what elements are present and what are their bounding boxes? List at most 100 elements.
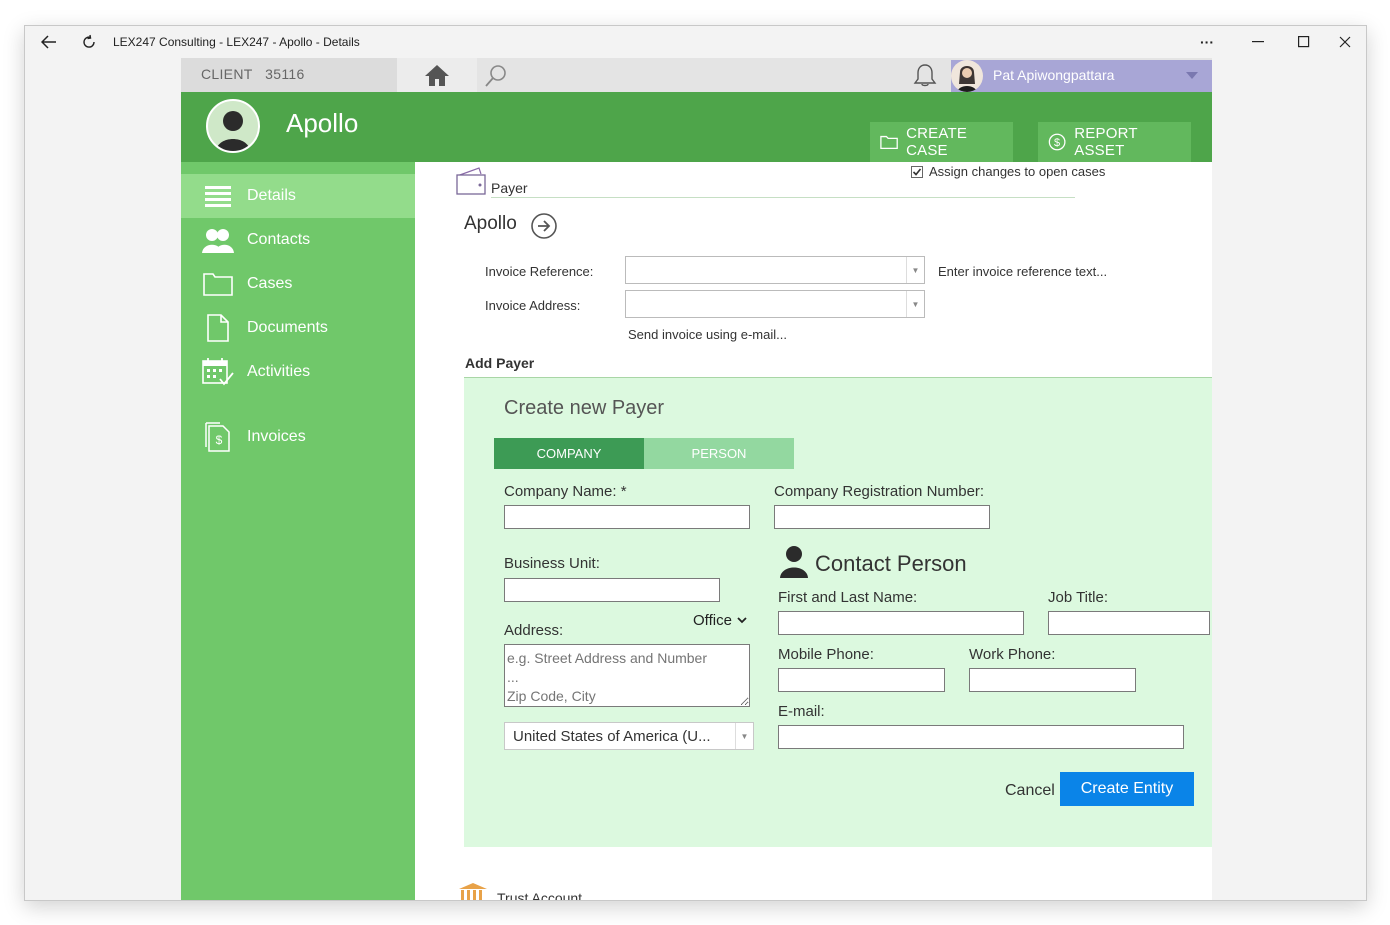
sidebar-item-label: Details [247,187,296,204]
sidebar-item-activities[interactable]: Activities [181,350,415,394]
user-menu[interactable]: Pat Apiwongpattara [951,60,1212,92]
create-entity-button[interactable]: Create Entity [1060,772,1194,806]
create-payer-title: Create new Payer [504,397,665,419]
sidebar: Details Contacts Cases Documents Activit… [181,162,415,900]
country-select[interactable]: United States of America (U... ▼ [504,722,754,750]
work-phone-label: Work Phone: [969,646,1056,663]
client-label: CLIENT [201,66,253,82]
assign-changes-label: Assign changes to open cases [929,164,1106,179]
more-options-icon[interactable]: ··· [1189,26,1225,58]
top-bar: CLIENT 35116 Pat Apiwongpattara [181,58,1212,92]
add-payer-label: Add Payer [465,355,535,371]
create-payer-panel: Create new Payer COMPANY PERSON Company … [464,377,1212,847]
client-avatar-icon [206,99,260,153]
sidebar-item-invoices[interactable]: $ Invoices [181,415,415,459]
invoice-address-combo[interactable]: ▼ [625,290,925,318]
user-name: Pat Apiwongpattara [993,67,1115,83]
company-name-input[interactable] [504,505,750,529]
report-asset-label: REPORT ASSET [1074,125,1138,159]
first-last-name-input[interactable] [778,611,1024,635]
company-reg-input[interactable] [774,505,990,529]
bank-icon [459,883,487,900]
minimize-icon[interactable] [1235,26,1281,58]
app-window: LEX247 Consulting - LEX247 - Apollo - De… [24,25,1367,901]
wallet-icon [456,167,486,195]
back-icon[interactable] [31,26,67,58]
invoice-reference-hint: Enter invoice reference text... [938,264,1108,279]
sidebar-item-details[interactable]: Details [181,174,415,218]
arrow-right-circle-icon[interactable] [529,212,559,242]
client-number: 35116 [265,66,305,82]
calendar-icon [201,358,235,386]
create-case-button[interactable]: CREATE CASE [870,122,1013,162]
person-icon [780,546,808,578]
dollar-circle-icon: $ [1048,133,1066,151]
assign-changes-checkbox[interactable]: Assign changes to open cases [911,164,1105,179]
svg-text:$: $ [1054,137,1060,149]
sidebar-item-label: Invoices [247,428,306,445]
tab-company[interactable]: COMPANY [494,438,644,469]
address-type-dropdown[interactable]: Office [693,612,747,629]
app-content: CLIENT 35116 Pat Apiwongpattara Apollo C… [181,58,1212,901]
send-email-link[interactable]: Send invoice using e-mail... [628,327,787,342]
payer-section-label: Payer [491,180,528,196]
chevron-down-icon[interactable]: ▼ [906,257,924,283]
home-icon [425,65,449,86]
business-unit-label: Business Unit: [504,555,600,572]
invoice-address-label: Invoice Address: [485,298,581,313]
sidebar-item-cases[interactable]: Cases [181,262,415,306]
business-unit-input[interactable] [504,578,720,602]
work-phone-input[interactable] [969,668,1136,692]
create-case-label: CREATE CASE [906,125,968,159]
trust-account-label: Trust Account [497,890,583,901]
document-icon [201,314,235,342]
invoice-reference-combo[interactable]: ▼ [625,256,925,284]
sidebar-item-label: Documents [247,319,328,336]
sidebar-item-label: Cases [247,275,293,292]
email-label: E-mail: [778,703,825,720]
invoice-icon: $ [201,422,235,452]
payer-divider [491,197,1075,198]
company-name-label: Company Name: * [504,483,627,500]
mobile-phone-label: Mobile Phone: [778,646,874,663]
client-name-title: Apollo [286,108,359,138]
payer-name: Apollo [464,213,517,234]
sidebar-item-label: Contacts [247,231,311,248]
bell-icon[interactable] [913,62,937,88]
mobile-phone-input[interactable] [778,668,945,692]
home-button[interactable] [397,58,477,92]
address-label: Address: [504,622,564,639]
chevron-down-icon[interactable]: ▼ [735,723,753,749]
contact-person-title: Contact Person [815,551,967,576]
contacts-icon [201,226,235,254]
cancel-button[interactable]: Cancel [1005,782,1055,800]
email-input[interactable] [778,725,1184,749]
user-avatar [951,60,983,92]
search-icon[interactable] [484,64,508,88]
address-textarea[interactable] [504,644,750,707]
job-title-input[interactable] [1048,611,1210,635]
country-value: United States of America (U... [513,728,711,745]
client-header: Apollo CREATE CASE $ REPORT ASSET [181,92,1212,162]
chevron-down-icon[interactable]: ▼ [906,291,924,317]
client-id-box: CLIENT 35116 [181,58,397,92]
tab-person[interactable]: PERSON [644,438,794,469]
folder-icon [880,135,898,149]
address-type-value: Office [693,612,732,629]
svg-text:$: $ [216,433,223,447]
sidebar-item-label: Activities [247,363,311,380]
list-icon [201,182,235,210]
job-title-label: Job Title: [1048,589,1109,606]
refresh-icon[interactable] [71,26,107,58]
report-asset-button[interactable]: $ REPORT ASSET [1038,122,1191,162]
company-reg-label: Company Registration Number: [774,483,985,500]
maximize-icon[interactable] [1281,26,1327,58]
sidebar-item-documents[interactable]: Documents [181,306,415,350]
window-title: LEX247 Consulting - LEX247 - Apollo - De… [113,35,360,49]
invoice-reference-label: Invoice Reference: [485,264,594,279]
details-content: Assign changes to open cases Payer Apoll… [415,162,1212,901]
close-icon[interactable] [1322,26,1366,58]
sidebar-item-contacts[interactable]: Contacts [181,218,415,262]
title-bar: LEX247 Consulting - LEX247 - Apollo - De… [25,26,1366,58]
first-last-name-label: First and Last Name: [778,589,918,606]
